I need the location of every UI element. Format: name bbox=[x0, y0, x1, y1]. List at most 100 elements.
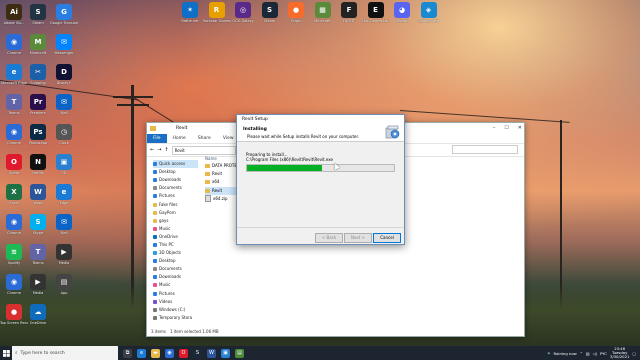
nav-item-downloads[interactable]: Downloads bbox=[153, 273, 198, 281]
desktop-shortcut-photoshop[interactable]: Ps Photoshop bbox=[24, 124, 52, 145]
nav-item-this-pc[interactable]: This PC bbox=[153, 241, 198, 249]
nav-item-icon bbox=[153, 259, 157, 264]
network-icon[interactable]: ▥ bbox=[586, 351, 590, 356]
notification-icon[interactable]: ▢ bbox=[632, 351, 636, 356]
nav-item-music[interactable]: Music bbox=[153, 225, 198, 233]
start-button[interactable] bbox=[0, 346, 12, 360]
chevron-up-icon[interactable]: ⌃ bbox=[580, 351, 583, 356]
back-button[interactable]: < Back bbox=[315, 233, 343, 243]
nav-item-videos[interactable]: Videos bbox=[153, 298, 198, 306]
nav-item-temporary-stora[interactable]: Temporary Stora bbox=[153, 314, 198, 322]
desktop-shortcut-gog-galaxy[interactable]: ◎ GOG Galaxy bbox=[229, 2, 257, 23]
weather-icon[interactable]: ☂ bbox=[547, 351, 550, 356]
search-input[interactable] bbox=[452, 145, 518, 154]
desktop-shortcut-steam[interactable]: S Steam bbox=[24, 4, 52, 25]
setup-subheading: Please wait while Setup installs Revit o… bbox=[247, 134, 360, 139]
nav-item-label: Fake files bbox=[159, 201, 178, 207]
nav-item-icon bbox=[153, 178, 157, 183]
taskbar-search-box[interactable]: ⌕ Type here to search bbox=[12, 346, 118, 360]
setup-titlebar[interactable]: Revit Setup bbox=[237, 115, 404, 123]
nav-item-pictures[interactable]: Pictures bbox=[153, 192, 198, 200]
selection-info: 1 item selected 1.06 MB bbox=[169, 329, 219, 334]
edge-icon[interactable]: e bbox=[137, 348, 146, 358]
desktop-shortcut-media[interactable]: ▶ Media bbox=[24, 274, 52, 295]
shortcut-label: GOG Galaxy bbox=[232, 19, 254, 23]
nav-item-desktop[interactable]: Desktop bbox=[153, 257, 198, 265]
desktop-shortcut-3d[interactable]: ▣ 3D bbox=[50, 154, 78, 175]
nav-item-gayporn[interactable]: GayPorn bbox=[153, 209, 198, 217]
desktop-shortcut-snipping[interactable]: ✂ Snipping bbox=[24, 64, 52, 85]
desktop-shortcut-mail[interactable]: ✉ Mail bbox=[50, 94, 78, 115]
desktop-shortcut-minecraft[interactable]: ▦ Minecraft bbox=[309, 2, 337, 23]
desktop-shortcut-epic-games-launcher[interactable]: EEpic Games Launcher bbox=[362, 2, 390, 23]
desktop-shortcut-rockstar-games[interactable]: R Rockstar Games bbox=[203, 2, 231, 23]
maximize-icon[interactable]: ☐ bbox=[504, 125, 508, 131]
nav-item-fake-files[interactable]: Fake files bbox=[153, 200, 198, 208]
desktop-shortcut-app[interactable]: ▤ App bbox=[50, 274, 78, 295]
opera-icon[interactable]: O bbox=[179, 348, 188, 358]
shortcut-label: Mail bbox=[60, 111, 68, 115]
chrome-icon: ◉ bbox=[6, 124, 22, 140]
back-arrow-icon[interactable]: ← bbox=[150, 147, 154, 153]
setup-dialog[interactable]: Revit Setup Installing Please wait while… bbox=[236, 114, 405, 245]
nav-item-music[interactable]: Music bbox=[153, 281, 198, 289]
desktop-shortcut-clock[interactable]: ◷ Clock bbox=[50, 124, 78, 145]
desktop-shortcut-premiere[interactable]: Pr Premiere bbox=[24, 94, 52, 115]
task-view-icon[interactable]: ⧉ bbox=[123, 348, 132, 358]
tab-share[interactable]: Share bbox=[192, 136, 217, 141]
nav-item-desktop[interactable]: Desktop bbox=[153, 168, 198, 176]
desktop-shortcut-word[interactable]: W Word bbox=[24, 184, 52, 205]
nav-item-quick-access[interactable]: Quick access bbox=[153, 160, 198, 169]
desktop-shortcut-onedrive[interactable]: ☁ OneDrive bbox=[24, 304, 52, 325]
nav-item-documents[interactable]: Documents bbox=[153, 265, 198, 273]
tab-home[interactable]: Home bbox=[167, 136, 192, 141]
desktop-shortcut-battle-net[interactable]: ✶ Battle.net bbox=[176, 2, 204, 23]
nav-item-documents[interactable]: Documents bbox=[153, 184, 198, 192]
address-input[interactable]: Revit bbox=[171, 145, 236, 155]
clock-date: 3/30/2021 bbox=[609, 354, 630, 360]
weather-text[interactable]: Raining now bbox=[554, 351, 577, 356]
desktop-shortcut-mail[interactable]: ✉ Mail bbox=[50, 214, 78, 235]
language-indicator[interactable]: PYC bbox=[600, 351, 607, 356]
nav-item-label: OneDrive bbox=[159, 233, 178, 239]
next-button[interactable]: Next > bbox=[344, 233, 372, 243]
nav-item-onedrive[interactable]: OneDrive bbox=[153, 233, 198, 241]
up-arrow-icon[interactable]: ↑ bbox=[164, 147, 168, 153]
steam-icon[interactable]: S bbox=[193, 348, 202, 358]
desktop-shortcut-teams[interactable]: T Teams bbox=[24, 244, 52, 265]
nav-item-3d-objects[interactable]: 3D Objects bbox=[153, 249, 198, 257]
desktop-shortcut-media[interactable]: ▶ Media bbox=[50, 244, 78, 265]
desktop-shortcut-netflix[interactable]: N Netflix bbox=[24, 154, 52, 175]
volume-icon[interactable]: ◁) bbox=[593, 351, 597, 356]
nav-item-windows-c[interactable]: Windows (C:) bbox=[153, 306, 198, 314]
mail-icon: ✉ bbox=[56, 94, 72, 110]
desktop-shortcut-gameguard[interactable]: ◈ GameGuard bbox=[415, 2, 443, 23]
desktop-shortcut-steam[interactable]: S Steam bbox=[256, 2, 284, 23]
desktop-shortcut-minecraft[interactable]: M Minecraft bbox=[24, 34, 52, 55]
desktop-shortcut-edge[interactable]: e Edge bbox=[50, 184, 78, 205]
desktop-shortcut-messenger[interactable]: ✉ Messenger bbox=[50, 34, 78, 55]
shortcut-label: Discord bbox=[395, 19, 409, 23]
photos-icon[interactable]: ▣ bbox=[221, 348, 230, 358]
desktop-shortcut-origin[interactable]: ● Origin bbox=[282, 2, 310, 23]
desktop-shortcut-faceit[interactable]: F FACEIT bbox=[335, 2, 363, 23]
close-icon[interactable]: ✕ bbox=[518, 125, 522, 131]
shortcut-label: Google Translate bbox=[50, 21, 78, 25]
nav-item-downloads[interactable]: Downloads bbox=[153, 176, 198, 184]
minimize-icon[interactable]: – bbox=[493, 125, 496, 131]
word-icon[interactable]: W bbox=[207, 348, 216, 358]
desktop-shortcut-google-translate[interactable]: G Google Translate bbox=[50, 4, 78, 25]
desktop-shortcut-discord[interactable]: ◕ Discord bbox=[388, 2, 416, 23]
forward-arrow-icon[interactable]: → bbox=[157, 147, 161, 153]
file-explorer-icon[interactable]: ▬ bbox=[151, 348, 160, 358]
chrome-icon[interactable]: ◉ bbox=[165, 348, 174, 358]
nav-item-pictures[interactable]: Pictures bbox=[153, 290, 198, 298]
desktop-shortcut-skype[interactable]: S Skype bbox=[24, 214, 52, 235]
cancel-button[interactable]: Cancel bbox=[373, 233, 401, 243]
clock[interactable]: 23:46 Tuesday 3/30/2021 bbox=[609, 346, 630, 360]
desktop-shortcut-disney[interactable]: D Disney+ bbox=[50, 64, 78, 85]
setup-icon[interactable]: ▤ bbox=[235, 348, 244, 358]
nav-item-gays[interactable]: gays bbox=[153, 217, 198, 225]
setup-header: Installing Please wait while Setup insta… bbox=[237, 123, 404, 142]
tab-file[interactable]: File bbox=[147, 134, 167, 143]
